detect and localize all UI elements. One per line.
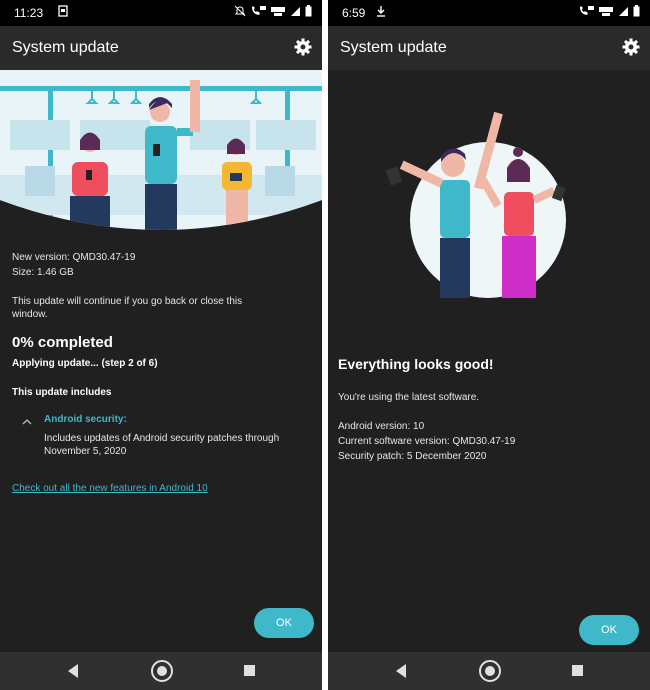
call-icon: [252, 6, 266, 15]
status-bar: 11:23: [0, 0, 322, 26]
lte-icon: [271, 7, 285, 16]
celebration-illustration: [378, 110, 578, 305]
continue-text-line2: window.: [12, 309, 48, 320]
battery-icon: [633, 5, 640, 17]
download-icon: [376, 5, 386, 20]
chevron-up-icon[interactable]: [22, 412, 32, 430]
new-version-text: New version: QMD30.47-19: [12, 252, 136, 263]
home-dot-icon: [157, 666, 167, 676]
security-detail-line1: Includes updates of Android security pat…: [44, 433, 280, 444]
app-bar: System update: [328, 26, 650, 70]
gear-icon[interactable]: [622, 38, 640, 61]
ok-button[interactable]: OK: [254, 608, 314, 638]
call-icon: [580, 6, 594, 15]
page-title: System update: [340, 39, 447, 56]
screenshot-icon: [58, 5, 68, 20]
app-bar: System update: [0, 26, 322, 70]
ok-button[interactable]: OK: [579, 615, 639, 645]
recents-icon[interactable]: [572, 665, 583, 676]
progress-percent: 0% completed: [12, 334, 113, 351]
android-version-text: Android version: 10: [338, 421, 425, 432]
android-10-features-link[interactable]: Check out all the new features in Androi…: [12, 482, 208, 495]
latest-software-text: You're using the latest software.: [338, 392, 480, 403]
security-detail-line2: November 5, 2020: [44, 446, 127, 457]
includes-heading: This update includes: [12, 387, 112, 398]
status-time: 11:23: [14, 6, 44, 20]
back-icon[interactable]: [68, 664, 78, 678]
size-text: Size: 1.46 GB: [12, 267, 74, 278]
train-illustration: [0, 70, 322, 240]
right-screen: 6:59 System update Everything looks good…: [328, 0, 650, 690]
left-screen: 11:23 System update New version: QMD30.4…: [0, 0, 322, 690]
signal-icon: [619, 6, 628, 16]
recents-icon[interactable]: [244, 665, 255, 676]
navigation-bar: [0, 652, 322, 690]
gear-icon[interactable]: [294, 38, 312, 61]
page-title: System update: [12, 39, 119, 56]
status-time: 6:59: [342, 6, 366, 20]
everything-good-heading: Everything looks good!: [338, 356, 494, 372]
continue-text-line1: This update will continue if you go back…: [12, 296, 243, 307]
system-icons: [578, 5, 640, 17]
navigation-bar: [328, 652, 650, 690]
applying-status: Applying update... (step 2 of 6): [12, 358, 158, 369]
battery-icon: [305, 5, 312, 17]
mute-icon: [234, 5, 246, 17]
status-bar: 6:59: [328, 0, 650, 26]
lte-icon: [599, 7, 613, 16]
security-title[interactable]: Android security:: [44, 413, 127, 426]
signal-icon: [291, 6, 300, 16]
security-patch-text: Security patch: 5 December 2020: [338, 451, 487, 462]
current-software-version-text: Current software version: QMD30.47-19: [338, 436, 516, 447]
home-dot-icon: [485, 666, 495, 676]
back-icon[interactable]: [396, 664, 406, 678]
system-icons: [234, 5, 312, 17]
